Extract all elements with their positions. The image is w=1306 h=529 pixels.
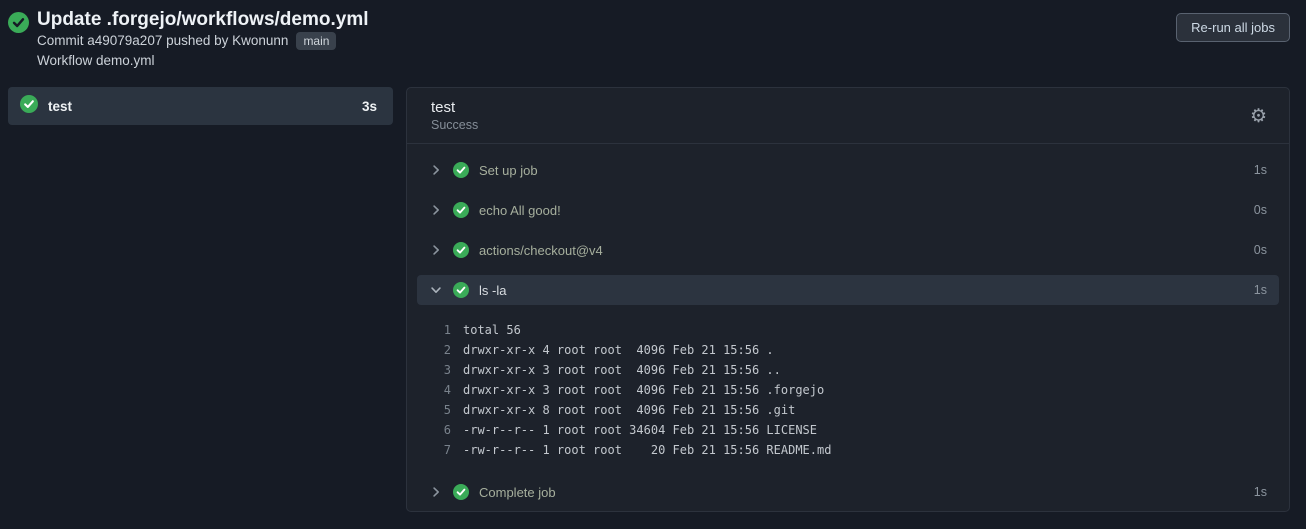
chevron-right-icon — [429, 203, 443, 217]
chevron-right-icon — [429, 485, 443, 499]
log-line: 1 total 56 — [417, 320, 1279, 340]
step-row[interactable]: echo All good! 0s — [417, 190, 1279, 230]
log-line: 6 -rw-r--r-- 1 root root 34604 Feb 21 15… — [417, 420, 1279, 440]
log-line: 2 drwxr-xr-x 4 root root 4096 Feb 21 15:… — [417, 340, 1279, 360]
workflow-line: Workflow demo.yml — [37, 53, 155, 68]
job-detail-header: test Success ⚙ — [407, 88, 1289, 144]
log-line-text: drwxr-xr-x 3 root root 4096 Feb 21 15:56… — [463, 363, 781, 377]
sidebar-job-test[interactable]: test 3s — [8, 87, 393, 125]
step-success-icon — [453, 202, 469, 218]
log-line-number[interactable]: 4 — [417, 383, 451, 397]
panel-job-name: test — [431, 99, 456, 116]
steps-list: Set up job 1s echo All good! 0s actions/… — [407, 144, 1289, 511]
log-line-number[interactable]: 6 — [417, 423, 451, 437]
log-line: 7 -rw-r--r-- 1 root root 20 Feb 21 15:56… — [417, 440, 1279, 460]
run-success-icon — [8, 12, 29, 71]
log-line-number[interactable]: 3 — [417, 363, 451, 377]
chevron-down-icon — [429, 283, 443, 297]
step-row[interactable]: ls -la 1s — [417, 275, 1279, 305]
chevron-right-icon — [429, 163, 443, 177]
run-content: test 3s test Success ⚙ Set up job 1s ech… — [0, 87, 1306, 512]
commit-line: Commit a49079a207 pushed by Kwonunn — [37, 33, 289, 48]
jobs-sidebar: test 3s — [8, 87, 393, 125]
job-detail-panel: test Success ⚙ Set up job 1s echo All go… — [406, 87, 1290, 512]
step-success-icon — [453, 162, 469, 178]
log-line-text: -rw-r--r-- 1 root root 34604 Feb 21 15:5… — [463, 423, 818, 437]
step-name: echo All good! — [479, 202, 561, 218]
log-line-text: drwxr-xr-x 8 root root 4096 Feb 21 15:56… — [463, 403, 796, 417]
log-line-text: drwxr-xr-x 4 root root 4096 Feb 21 15:56… — [463, 343, 774, 357]
run-title: Update .forgejo/workflows/demo.yml — [37, 9, 369, 30]
log-line-number[interactable]: 5 — [417, 403, 451, 417]
log-line-number[interactable]: 1 — [417, 323, 451, 337]
job-success-icon — [20, 94, 38, 118]
step-success-icon — [453, 484, 469, 500]
step-row[interactable]: Complete job 1s — [417, 472, 1279, 511]
log-line-number[interactable]: 7 — [417, 443, 451, 457]
step-duration: 1s — [1253, 283, 1267, 297]
step-duration: 0s — [1253, 243, 1267, 257]
run-header: Update .forgejo/workflows/demo.yml Commi… — [0, 0, 1306, 71]
step-row[interactable]: Set up job 1s — [417, 150, 1279, 190]
step-name: ls -la — [479, 282, 507, 298]
panel-job-status: Success — [431, 118, 479, 132]
branch-badge[interactable]: main — [296, 32, 337, 50]
log-line: 4 drwxr-xr-x 3 root root 4096 Feb 21 15:… — [417, 380, 1279, 400]
rerun-all-jobs-button[interactable]: Re-run all jobs — [1176, 13, 1290, 42]
step-name: Complete job — [479, 484, 556, 500]
step-name: Set up job — [479, 162, 538, 178]
step-success-icon — [453, 242, 469, 258]
step-duration: 0s — [1253, 203, 1267, 217]
log-line-text: total 56 — [463, 323, 521, 337]
step-name: actions/checkout@v4 — [479, 242, 603, 258]
log-line: 3 drwxr-xr-x 3 root root 4096 Feb 21 15:… — [417, 360, 1279, 380]
log-line-number[interactable]: 2 — [417, 343, 451, 357]
job-name: test — [48, 98, 73, 114]
gear-icon[interactable]: ⚙ — [1250, 107, 1267, 126]
step-row[interactable]: actions/checkout@v4 0s — [417, 230, 1279, 270]
log-line-text: drwxr-xr-x 3 root root 4096 Feb 21 15:56… — [463, 383, 825, 397]
log-line-text: -rw-r--r-- 1 root root 20 Feb 21 15:56 R… — [463, 443, 832, 457]
step-logs: 1 total 56 2 drwxr-xr-x 4 root root 4096… — [417, 310, 1279, 472]
job-duration: 3s — [361, 98, 377, 114]
step-duration: 1s — [1253, 163, 1267, 177]
step-duration: 1s — [1253, 485, 1267, 499]
chevron-right-icon — [429, 243, 443, 257]
log-line: 5 drwxr-xr-x 8 root root 4096 Feb 21 15:… — [417, 400, 1279, 420]
step-success-icon — [453, 282, 469, 298]
